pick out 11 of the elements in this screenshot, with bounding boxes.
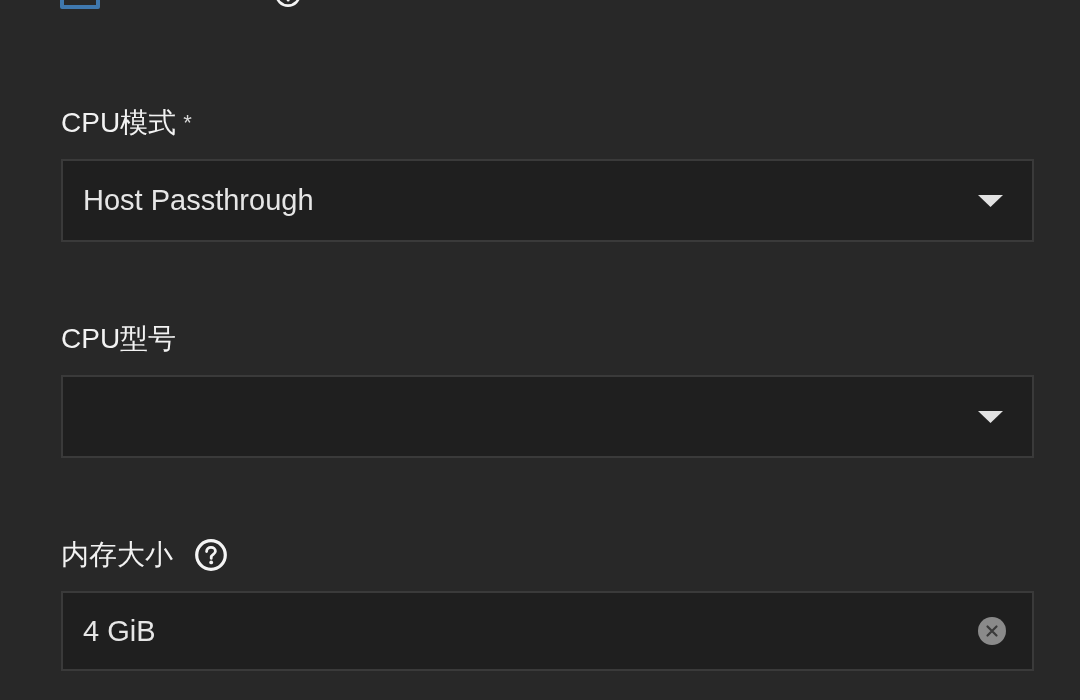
text-input-field[interactable]: 4 GiB <box>61 591 1034 671</box>
field-label: CPU型号 <box>61 323 177 355</box>
caret-icon <box>978 194 1003 207</box>
help-icon[interactable] <box>195 539 227 571</box>
field-label: CPU模式 <box>61 107 177 139</box>
caret-icon <box>978 410 1003 423</box>
field-label: 内存大小 <box>61 539 173 571</box>
dropdown-field[interactable] <box>61 375 1034 458</box>
dropdown-field[interactable]: Host Passthrough <box>61 159 1034 242</box>
clear-icon[interactable] <box>978 617 1006 645</box>
required-mark: * <box>183 109 192 137</box>
